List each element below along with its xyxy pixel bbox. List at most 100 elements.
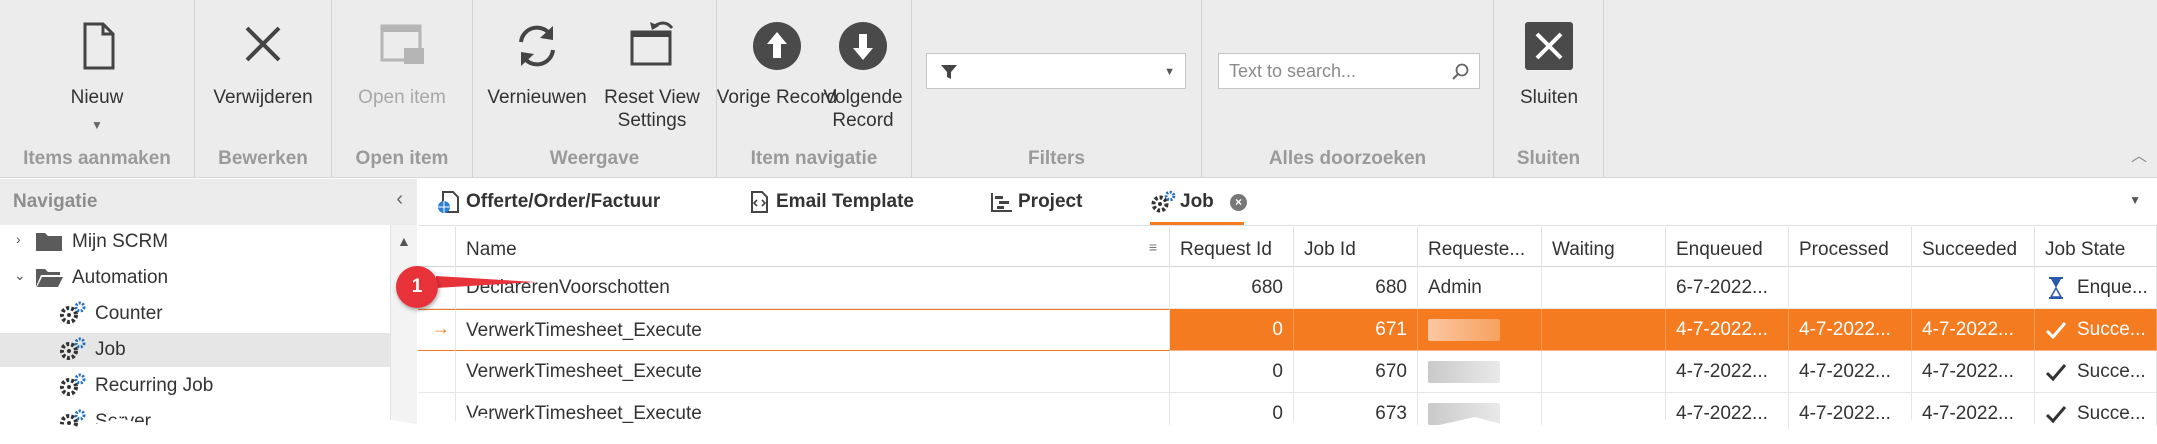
ribbon: Nieuw ▼ Items aanmaken Verwijderen Bewer…	[0, 0, 2157, 178]
column-header-enqueued[interactable]: Enqueued	[1666, 227, 1789, 267]
collapse-ribbon-icon[interactable]: ︿	[2131, 142, 2147, 166]
tab-job[interactable]: Job ×	[1150, 187, 1247, 225]
cell-waiting	[1542, 267, 1666, 309]
tree-item-job[interactable]: Job	[0, 333, 390, 367]
cell-waiting	[1542, 309, 1666, 351]
redacted-value	[1428, 319, 1500, 341]
column-header-processed[interactable]: Processed	[1789, 227, 1912, 267]
column-header-label: Processed	[1799, 239, 1889, 260]
gears-icon	[60, 337, 86, 360]
gears-icon	[60, 373, 86, 396]
column-header-job-state[interactable]: Job State	[2035, 227, 2157, 267]
tree-item-recurring-job[interactable]: Recurring Job	[0, 369, 390, 403]
refresh-button-label: Vernieuwen	[487, 87, 587, 108]
cell-succeeded: 4-7-2022...	[1912, 351, 2035, 393]
group-label: Bewerken	[218, 148, 308, 169]
gears-icon	[60, 301, 86, 324]
cell-request-id: 0	[1170, 351, 1294, 393]
tab-close-icon[interactable]: ×	[1230, 194, 1247, 211]
column-header-label: Enqueued	[1676, 239, 1763, 260]
arrow-up-circle-icon	[753, 22, 801, 70]
column-header-requested[interactable]: Requeste...	[1418, 227, 1542, 267]
checkmark-icon	[2045, 364, 2067, 382]
hourglass-icon	[2049, 277, 2063, 299]
column-header-label: Name	[466, 239, 517, 260]
cell-processed: 4-7-2022...	[1789, 309, 1912, 351]
document-tabs: Offerte/Order/Factuur Email Template Pro…	[418, 179, 2157, 226]
group-sluiten: Sluiten Sluiten	[1494, 0, 1604, 178]
project-gantt-icon	[991, 193, 1012, 212]
redacted-value	[1428, 361, 1500, 383]
navigation-header: Navigatie ‹	[0, 179, 417, 225]
document-globe-icon	[438, 191, 459, 213]
group-items-aanmaken: Nieuw ▼ Items aanmaken	[0, 0, 195, 178]
open-item-button[interactable]: Open item	[347, 8, 457, 143]
group-open-item: Open item Open item	[332, 0, 473, 178]
search-icon[interactable]	[1451, 62, 1471, 82]
chevron-down-icon[interactable]: ▼	[2129, 193, 2141, 207]
cell-name: DeclarerenVoorschotten	[456, 267, 1170, 309]
chevron-down-icon: ▼	[91, 118, 103, 132]
cell-enqueued: 4-7-2022...	[1666, 351, 1789, 393]
search-box	[1218, 53, 1480, 89]
refresh-button[interactable]: Vernieuwen	[482, 8, 592, 143]
group-weergave: Vernieuwen Reset View Settings Weergave	[473, 0, 717, 178]
close-button[interactable]: Sluiten	[1494, 8, 1604, 143]
search-input[interactable]	[1229, 59, 1439, 83]
gears-icon	[1151, 190, 1176, 213]
filter-dropdown[interactable]: ▼	[926, 53, 1186, 89]
cell-request-id: 0	[1170, 309, 1294, 351]
cell-succeeded	[1912, 267, 2035, 309]
tree-item-label: Mijn SCRM	[72, 231, 169, 252]
group-label: Alles doorzoeken	[1268, 148, 1427, 169]
column-header-succeeded[interactable]: Succeeded	[1912, 227, 2035, 267]
checkmark-icon	[2045, 322, 2067, 340]
cell-succeeded: 4-7-2022...	[1912, 309, 2035, 351]
scroll-up-icon[interactable]: ▲	[397, 233, 411, 249]
close-button-label: Sluiten	[1519, 87, 1579, 108]
group-item-navigatie: Vorige Record Volgende Record Item navig…	[717, 0, 912, 178]
code-file-icon	[751, 191, 768, 213]
folder-open-icon	[36, 269, 63, 287]
column-header-label: Succeeded	[1922, 239, 2018, 260]
group-label: Sluiten	[1516, 148, 1581, 169]
tab-label: Offerte/Order/Factuur	[466, 191, 661, 212]
column-header-label: Job State	[2045, 239, 2126, 260]
tree-item-automation[interactable]: ⌄ Automation	[0, 261, 390, 295]
tab-label: Project	[1018, 191, 1083, 212]
close-box-icon	[1525, 22, 1573, 70]
column-header-job-id[interactable]: Job Id	[1294, 227, 1418, 267]
torn-edge-decoration	[0, 416, 2157, 444]
new-button[interactable]: Nieuw ▼	[42, 8, 152, 143]
chevron-left-icon[interactable]: ‹	[396, 188, 403, 211]
reset-view-settings-button[interactable]: Reset View Settings	[597, 8, 707, 143]
tab-label: Job	[1180, 191, 1214, 212]
job-state-text: Succe...	[2077, 319, 2146, 340]
open-window-icon	[380, 24, 424, 64]
arrow-down-circle-icon	[839, 22, 887, 70]
delete-x-icon	[245, 26, 281, 62]
tree-item-mijn-scrm[interactable]: › Mijn SCRM	[0, 225, 390, 259]
navigation-title: Navigatie	[13, 191, 98, 212]
next-record-button-label: Volgende Record	[823, 87, 903, 131]
chevron-right-icon[interactable]: ›	[16, 231, 21, 247]
cell-waiting	[1542, 351, 1666, 393]
tree-item-counter[interactable]: Counter	[0, 297, 390, 331]
cell-job-state: Enque...	[2035, 267, 2157, 309]
delete-button[interactable]: Verwijderen	[208, 8, 318, 143]
row-indicator-header	[418, 227, 456, 267]
column-header-request-id[interactable]: Request Id	[1170, 227, 1294, 267]
delete-button-label: Verwijderen	[213, 87, 313, 108]
chevron-down-icon[interactable]: ⌄	[14, 267, 26, 284]
folder-icon	[36, 233, 62, 251]
column-header-label: Requeste...	[1428, 239, 1526, 260]
cell-requested	[1418, 351, 1542, 393]
new-button-label: Nieuw	[70, 87, 124, 108]
column-header-name[interactable]: Name ≡	[456, 227, 1170, 267]
column-header-label: Request Id	[1180, 239, 1272, 260]
sort-icon[interactable]: ≡	[1149, 239, 1157, 255]
next-record-button[interactable]: Volgende Record	[808, 8, 918, 143]
group-label: Items aanmaken	[23, 148, 171, 169]
column-header-waiting[interactable]: Waiting	[1542, 227, 1666, 267]
column-header-label: Waiting	[1552, 239, 1615, 260]
